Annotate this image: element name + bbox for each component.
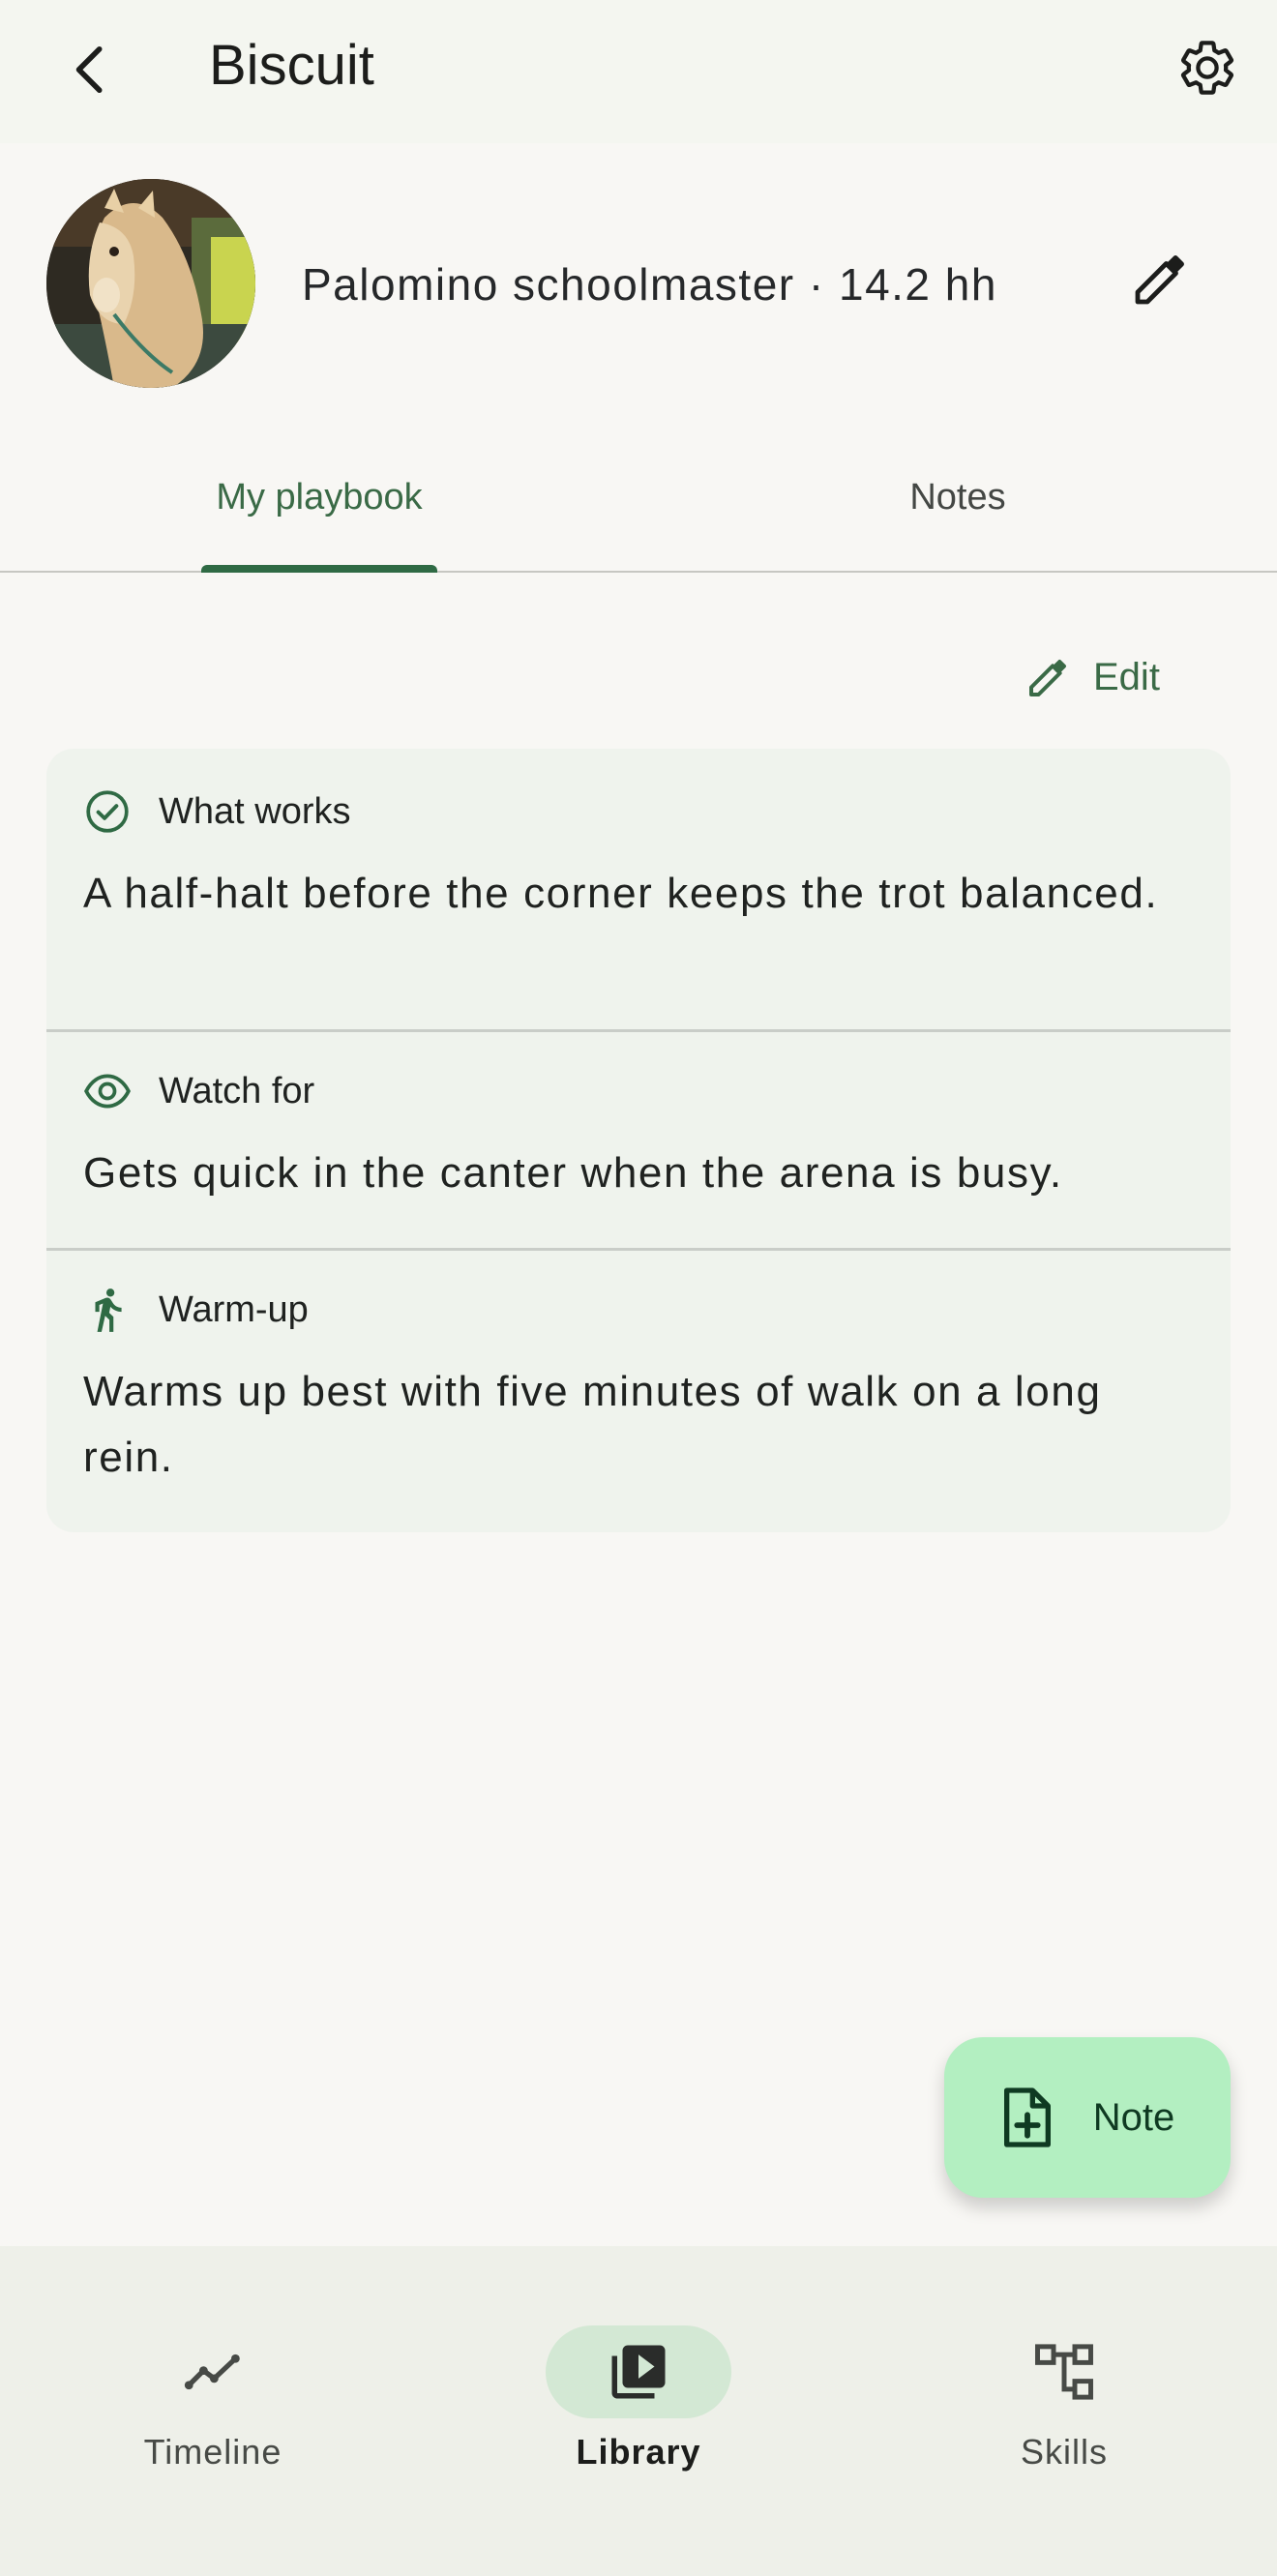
nav-icon-container	[546, 2325, 731, 2418]
horse-photo	[46, 179, 255, 388]
arrow-back-icon	[75, 46, 103, 93]
tab-bar: My playbook Notes	[0, 424, 1277, 573]
pencil-icon	[1029, 660, 1066, 696]
edit-playbook-button[interactable]: Edit	[1025, 638, 1160, 716]
section-title: What works	[159, 790, 351, 832]
walking-person-icon	[95, 1288, 122, 1332]
tab-indicator	[201, 565, 437, 573]
playbook-card: What works A half-halt before the corner…	[46, 749, 1231, 1532]
avatar	[46, 179, 255, 388]
playbook-section-warm-up: Warm-up Warms up best with five minutes …	[46, 1251, 1231, 1532]
horse-profile: Palomino schoolmaster · 14.2 hh	[0, 143, 1277, 424]
playbook-section-watch-for: Watch for Gets quick in the canter when …	[46, 1032, 1231, 1248]
back-button[interactable]	[43, 21, 139, 118]
trend-line-icon	[184, 2354, 240, 2390]
note-add-icon	[1003, 2087, 1051, 2147]
section-body: A half-halt before the corner keeps the …	[83, 870, 1159, 917]
hierarchy-icon	[1035, 2344, 1093, 2400]
section-header: Watch for	[83, 1067, 314, 1115]
section-header: Warm-up	[83, 1286, 309, 1334]
nav-item-library[interactable]: Library	[426, 2285, 851, 2478]
tab-notes[interactable]: Notes	[638, 424, 1277, 571]
nav-label: Timeline	[143, 2432, 282, 2472]
eye-icon	[84, 1074, 131, 1109]
pencil-icon	[1135, 255, 1184, 305]
nav-item-skills[interactable]: Skills	[851, 2285, 1277, 2478]
gear-icon	[1180, 41, 1234, 95]
section-header: What works	[83, 787, 350, 836]
nav-icon-container	[120, 2325, 306, 2418]
tab-my-playbook[interactable]: My playbook	[0, 424, 638, 571]
section-body: Gets quick in the canter when the arena …	[83, 1149, 1063, 1197]
bottom-navigation: Timeline Library Skills	[0, 2246, 1277, 2576]
section-title: Warm-up	[159, 1288, 309, 1330]
check-circle-icon	[86, 790, 129, 833]
section-title: Watch for	[159, 1070, 315, 1111]
top-app-bar: Biscuit	[0, 0, 1277, 143]
edit-profile-button[interactable]	[1113, 230, 1209, 327]
horse-description: Palomino schoolmaster · 14.2 hh	[302, 259, 997, 310]
nav-item-timeline[interactable]: Timeline	[0, 2285, 426, 2478]
playbook-section-what-works: What works A half-halt before the corner…	[46, 749, 1231, 1029]
video-library-icon	[611, 2345, 666, 2399]
add-note-button[interactable]: Note	[944, 2037, 1231, 2198]
section-body: Warms up best with five minutes of walk …	[83, 1368, 1102, 1481]
fab-label: Note	[1092, 2095, 1175, 2139]
settings-button[interactable]	[1159, 19, 1256, 116]
page-title: Biscuit	[209, 34, 374, 97]
nav-icon-container	[971, 2325, 1157, 2418]
nav-label: Library	[576, 2432, 701, 2472]
nav-label: Skills	[1020, 2432, 1108, 2472]
edit-label: Edit	[1093, 655, 1160, 698]
